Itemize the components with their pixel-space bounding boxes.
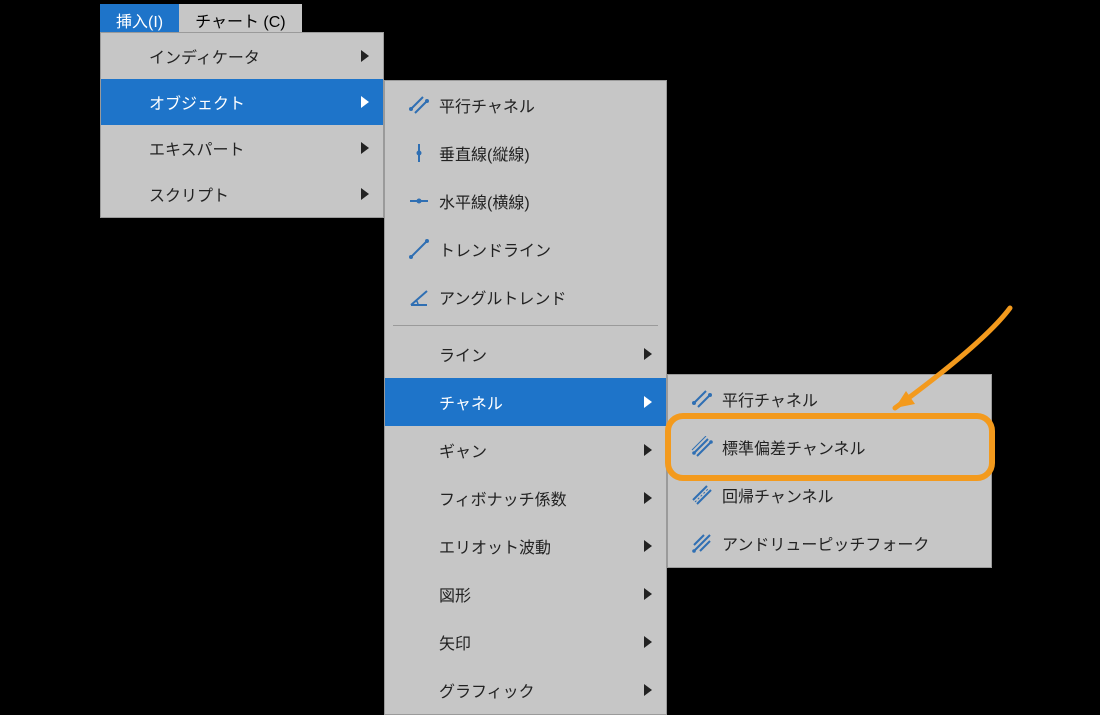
- chevron-right-icon: [357, 96, 369, 108]
- menu-item-parallel-channel-c[interactable]: 平行チャネル: [668, 375, 991, 423]
- menu-item-label: ギャン: [435, 438, 640, 462]
- menu-item-angle-trend[interactable]: アングルトレンド: [385, 273, 666, 321]
- chevron-right-icon: [357, 142, 369, 154]
- menu-insert: インディケータ オブジェクト エキスパート スクリプト: [100, 32, 384, 218]
- menu-item-label: 図形: [435, 582, 640, 606]
- trend-line-icon: [403, 238, 435, 260]
- menu-item-label: 標準偏差チャンネル: [718, 435, 977, 459]
- menu-item-label: フィボナッチ係数: [435, 486, 640, 510]
- chevron-right-icon: [640, 540, 652, 552]
- parallel-channel-icon: [686, 388, 718, 410]
- menu-item-parallel-channel[interactable]: 平行チャネル: [385, 81, 666, 129]
- vertical-line-icon: [403, 142, 435, 164]
- menu-item-trend-line[interactable]: トレンドライン: [385, 225, 666, 273]
- menu-item-label: トレンドライン: [435, 237, 652, 261]
- chevron-right-icon: [357, 50, 369, 62]
- menu-item-stddev-channel[interactable]: 標準偏差チャンネル: [668, 423, 991, 471]
- chevron-right-icon: [640, 492, 652, 504]
- menu-item-regression-channel[interactable]: 回帰チャンネル: [668, 471, 991, 519]
- menu-item-elliott[interactable]: エリオット波動: [385, 522, 666, 570]
- chevron-right-icon: [640, 636, 652, 648]
- parallel-channel-icon: [403, 94, 435, 116]
- menu-item-indicators[interactable]: インディケータ: [101, 33, 383, 79]
- menu-item-label: アングルトレンド: [435, 285, 652, 309]
- horizontal-line-icon: [403, 190, 435, 212]
- menu-item-label: 平行チャネル: [718, 387, 977, 411]
- menu-item-label: 平行チャネル: [435, 93, 652, 117]
- menu-item-experts[interactable]: エキスパート: [101, 125, 383, 171]
- menu-item-graphics[interactable]: グラフィック: [385, 666, 666, 714]
- menu-item-label: アンドリューピッチフォーク: [718, 531, 977, 555]
- menu-item-channels[interactable]: チャネル: [385, 378, 666, 426]
- menu-item-objects[interactable]: オブジェクト: [101, 79, 383, 125]
- menu-item-horizontal-line[interactable]: 水平線(横線): [385, 177, 666, 225]
- menu-item-vertical-line[interactable]: 垂直線(縦線): [385, 129, 666, 177]
- menu-item-label: オブジェクト: [145, 90, 357, 114]
- menu-item-pitchfork[interactable]: アンドリューピッチフォーク: [668, 519, 991, 567]
- menu-item-shapes[interactable]: 図形: [385, 570, 666, 618]
- menu-item-label: 垂直線(縦線): [435, 141, 652, 165]
- tab-label: チャート (C): [195, 14, 286, 31]
- menu-item-arrows[interactable]: 矢印: [385, 618, 666, 666]
- chevron-right-icon: [640, 684, 652, 696]
- menu-item-label: エキスパート: [145, 136, 357, 160]
- menu-item-label: ライン: [435, 342, 640, 366]
- menu-objects: 平行チャネル 垂直線(縦線) 水平線(横線) トレンドライン アングルトレンド …: [384, 80, 667, 715]
- chevron-right-icon: [640, 588, 652, 600]
- menu-item-label: エリオット波動: [435, 534, 640, 558]
- menu-item-fibonacci[interactable]: フィボナッチ係数: [385, 474, 666, 522]
- chevron-right-icon: [640, 396, 652, 408]
- stddev-channel-icon: [686, 436, 718, 458]
- tab-label: 挿入(I): [116, 14, 163, 31]
- menu-item-lines[interactable]: ライン: [385, 330, 666, 378]
- menu-item-label: 矢印: [435, 630, 640, 654]
- menu-separator: [393, 325, 658, 326]
- angle-trend-icon: [403, 286, 435, 308]
- chevron-right-icon: [640, 348, 652, 360]
- menu-channels: 平行チャネル 標準偏差チャンネル 回帰チャンネル アンドリューピッチフォーク: [667, 374, 992, 568]
- menu-item-label: インディケータ: [145, 44, 357, 68]
- menu-item-scripts[interactable]: スクリプト: [101, 171, 383, 217]
- menu-item-gann[interactable]: ギャン: [385, 426, 666, 474]
- chevron-right-icon: [357, 188, 369, 200]
- chevron-right-icon: [640, 444, 652, 456]
- regression-channel-icon: [686, 484, 718, 506]
- menu-item-label: 水平線(横線): [435, 189, 652, 213]
- menu-item-label: スクリプト: [145, 182, 357, 206]
- menu-item-label: チャネル: [435, 390, 640, 414]
- pitchfork-icon: [686, 532, 718, 554]
- menu-item-label: 回帰チャンネル: [718, 483, 977, 507]
- menu-item-label: グラフィック: [435, 678, 640, 702]
